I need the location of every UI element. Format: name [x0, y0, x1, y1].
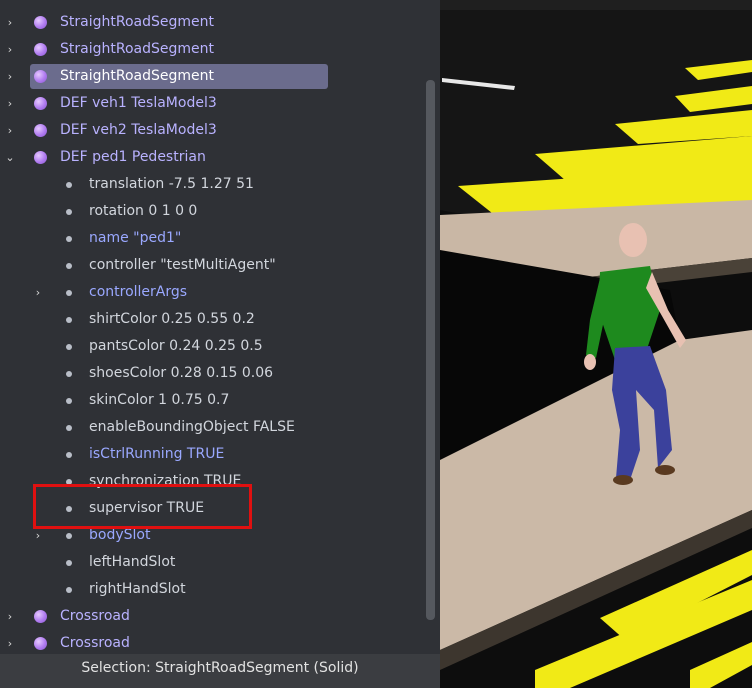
- scene-tree-label: pantsColor 0.24 0.25 0.5: [89, 338, 263, 354]
- pedestrian-left-shoe: [613, 475, 633, 485]
- scene-tree-field[interactable]: shoesColor 0.28 0.15 0.06: [0, 360, 430, 387]
- scene-tree-node[interactable]: › StraightRoadSegment: [0, 63, 430, 90]
- scene-tree-label: Crossroad: [60, 608, 130, 624]
- chevron-right-icon[interactable]: ›: [4, 630, 16, 654]
- field-bullet-icon: [66, 209, 72, 215]
- field-bullet-icon: [66, 425, 72, 431]
- 3d-scene-render: [440, 10, 752, 688]
- scene-tree-label: StraightRoadSegment: [60, 68, 214, 84]
- chevron-right-icon[interactable]: ›: [4, 117, 16, 144]
- node-sphere-icon: [34, 70, 47, 83]
- node-sphere-icon: [34, 124, 47, 137]
- scene-tree-field[interactable]: isCtrlRunning TRUE: [0, 441, 430, 468]
- node-sphere-icon: [34, 43, 47, 56]
- chevron-right-icon[interactable]: ›: [4, 90, 16, 117]
- scene-tree-field[interactable]: rightHandSlot: [0, 576, 430, 603]
- scene-tree-label: shirtColor 0.25 0.55 0.2: [89, 311, 255, 327]
- field-bullet-icon: [66, 290, 72, 296]
- scene-tree-field[interactable]: skinColor 1 0.75 0.7: [0, 387, 430, 414]
- scene-tree-label: Crossroad: [60, 635, 130, 651]
- scene-tree-label: DEF veh2 TeslaModel3: [60, 122, 217, 138]
- chevron-right-icon[interactable]: ›: [4, 9, 16, 36]
- field-bullet-icon: [66, 452, 72, 458]
- annotation-highlight-box: [33, 484, 252, 529]
- chevron-right-icon[interactable]: ›: [4, 603, 16, 630]
- scene-tree-field[interactable]: leftHandSlot: [0, 549, 430, 576]
- node-sphere-icon: [34, 97, 47, 110]
- scene-tree-label: StraightRoadSegment: [60, 41, 214, 57]
- selection-status-bar: Selection: StraightRoadSegment (Solid): [0, 654, 440, 688]
- chevron-right-icon[interactable]: ›: [4, 36, 16, 63]
- scene-tree-field[interactable]: name "ped1": [0, 225, 430, 252]
- scene-tree-label: rotation 0 1 0 0: [89, 203, 198, 219]
- scene-tree-field[interactable]: translation -7.5 1.27 51: [0, 171, 430, 198]
- field-bullet-icon: [66, 587, 72, 593]
- field-bullet-icon: [66, 182, 72, 188]
- pedestrian-right-shoe: [655, 465, 675, 475]
- scene-tree-label: isCtrlRunning TRUE: [89, 446, 225, 462]
- scene-tree-field[interactable]: pantsColor 0.24 0.25 0.5: [0, 333, 430, 360]
- chevron-right-icon[interactable]: ›: [4, 63, 16, 90]
- pedestrian-head: [619, 223, 647, 257]
- scene-tree-field[interactable]: controller "testMultiAgent": [0, 252, 430, 279]
- scene-tree-node[interactable]: › Crossroad: [0, 603, 430, 630]
- field-bullet-icon: [66, 560, 72, 566]
- node-sphere-icon: [34, 16, 47, 29]
- chevron-down-icon[interactable]: ⌄: [4, 144, 16, 171]
- scene-tree-panel[interactable]: › StraightRoadSegment › StraightRoadSegment…: [0, 0, 440, 654]
- field-bullet-icon: [66, 371, 72, 377]
- scene-tree-field[interactable]: enableBoundingObject FALSE: [0, 414, 430, 441]
- scene-tree-label: rightHandSlot: [89, 581, 186, 597]
- scene-tree-field[interactable]: rotation 0 1 0 0: [0, 198, 430, 225]
- scene-tree-label: controllerArgs: [89, 284, 188, 300]
- scene-tree-node[interactable]: › StraightRoadSegment: [0, 9, 430, 36]
- selection-status-text: Selection: StraightRoadSegment (Solid): [81, 660, 359, 676]
- scene-tree-label: translation -7.5 1.27 51: [89, 176, 254, 192]
- scene-tree-node[interactable]: › DEF veh2 TeslaModel3: [0, 117, 430, 144]
- scene-tree-label: DEF veh1 TeslaModel3: [60, 95, 217, 111]
- scene-tree-label: name "ped1": [89, 230, 182, 246]
- scene-tree-label: shoesColor 0.28 0.15 0.06: [89, 365, 274, 381]
- scene-tree-label: skinColor 1 0.75 0.7: [89, 392, 230, 408]
- scene-tree-label: StraightRoadSegment: [60, 14, 214, 30]
- node-sphere-icon: [34, 151, 47, 164]
- scene-tree-label: controller "testMultiAgent": [89, 257, 276, 273]
- scene-tree-node[interactable]: › Crossroad: [0, 630, 430, 654]
- scene-tree-node[interactable]: › StraightRoadSegment: [0, 36, 430, 63]
- field-bullet-icon: [66, 317, 72, 323]
- field-bullet-icon: [66, 236, 72, 242]
- pedestrian-left-hand: [584, 354, 596, 370]
- scene-tree-label: enableBoundingObject FALSE: [89, 419, 295, 435]
- node-sphere-icon: [34, 610, 47, 623]
- scene-tree-field[interactable]: › controllerArgs: [0, 279, 430, 306]
- field-bullet-icon: [66, 398, 72, 404]
- scene-tree-node[interactable]: ⌄ DEF ped1 Pedestrian: [0, 144, 430, 171]
- node-sphere-icon: [34, 637, 47, 650]
- scene-tree-scrollbar[interactable]: [426, 80, 435, 620]
- scene-tree-label: DEF ped1 Pedestrian: [60, 149, 206, 165]
- scene-tree-field[interactable]: shirtColor 0.25 0.55 0.2: [0, 306, 430, 333]
- chevron-right-icon[interactable]: ›: [32, 279, 44, 306]
- 3d-viewport[interactable]: [440, 10, 752, 688]
- field-bullet-icon: [66, 344, 72, 350]
- field-bullet-icon: [66, 533, 72, 539]
- scene-tree-rows: › StraightRoadSegment › StraightRoadSegment…: [0, 9, 430, 654]
- scene-tree-node[interactable]: › DEF veh1 TeslaModel3: [0, 90, 430, 117]
- field-bullet-icon: [66, 263, 72, 269]
- scene-tree-label: leftHandSlot: [89, 554, 176, 570]
